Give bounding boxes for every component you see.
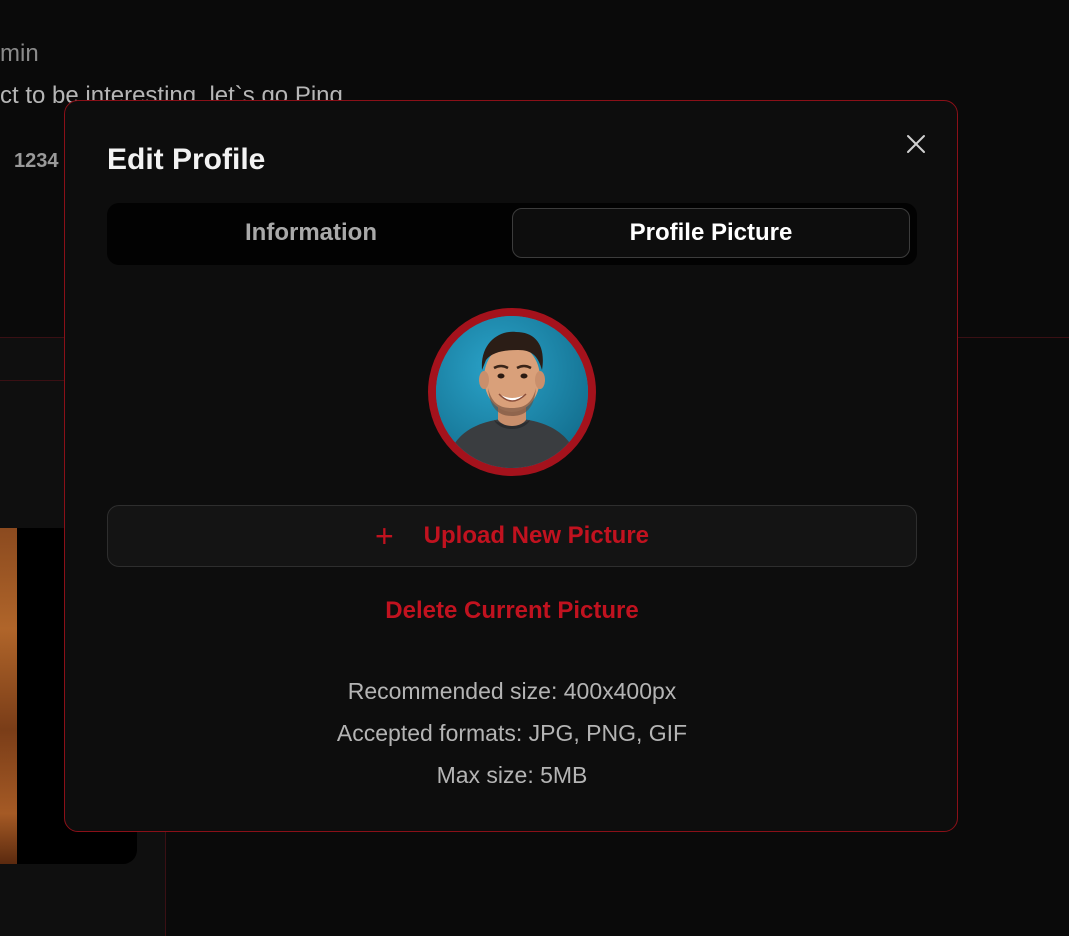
modal-title: Edit Profile bbox=[107, 143, 266, 176]
upload-button-label: Upload New Picture bbox=[423, 522, 650, 549]
edit-profile-modal: Edit Profile Information Profile Picture bbox=[64, 100, 958, 832]
person-photo-icon bbox=[436, 316, 588, 468]
upload-new-picture-button[interactable]: + Upload New Picture bbox=[107, 505, 917, 567]
tab-information[interactable]: Information bbox=[112, 208, 510, 258]
upload-requirements: Recommended size: 400x400px Accepted for… bbox=[107, 675, 917, 801]
avatar bbox=[428, 308, 596, 476]
max-size-text: Max size: 5MB bbox=[436, 762, 588, 788]
delete-current-picture-button[interactable]: Delete Current Picture bbox=[107, 597, 917, 625]
recommended-size-text: Recommended size: 400x400px bbox=[347, 678, 677, 704]
tab-profile-picture[interactable]: Profile Picture bbox=[512, 208, 910, 258]
close-icon bbox=[907, 135, 925, 153]
profile-avatar-image bbox=[436, 316, 588, 468]
close-button[interactable] bbox=[901, 129, 931, 159]
tab-bar: Information Profile Picture bbox=[107, 203, 917, 265]
accepted-formats-text: Accepted formats: JPG, PNG, GIF bbox=[336, 720, 688, 746]
plus-icon: + bbox=[374, 518, 394, 554]
